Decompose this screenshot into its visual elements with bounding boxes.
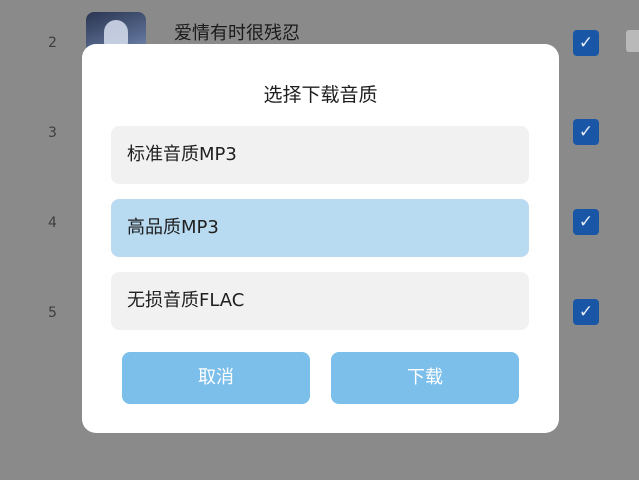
track-number: 4 <box>48 215 57 231</box>
checkbox-checked-icon[interactable]: ✓ <box>573 30 599 56</box>
checkbox-checked-icon[interactable]: ✓ <box>573 119 599 145</box>
screen: 2 爱情有时很残忍 ✓ 3 ✓ 4 ✓ 5 ✓ 选择下载音质 标准音质MP3 高… <box>0 0 639 480</box>
checkbox-checked-icon[interactable]: ✓ <box>573 209 599 235</box>
download-button[interactable]: 下载 <box>331 352 519 404</box>
cancel-button[interactable]: 取消 <box>122 352 310 404</box>
dialog-title: 选择下载音质 <box>263 84 378 106</box>
track-number: 5 <box>48 305 57 321</box>
option-standard-mp3[interactable]: 标准音质MP3 <box>111 126 529 184</box>
option-lossless-flac[interactable]: 无损音质FLAC <box>111 272 529 330</box>
download-quality-dialog: 选择下载音质 标准音质MP3 高品质MP3 无损音质FLAC 取消 下载 <box>82 44 559 433</box>
track-title: 爱情有时很残忍 <box>174 23 300 44</box>
track-number: 3 <box>48 125 57 141</box>
scroll-edge-indicator <box>626 30 639 52</box>
track-number: 2 <box>48 35 57 51</box>
option-high-quality-mp3[interactable]: 高品质MP3 <box>111 199 529 257</box>
checkbox-checked-icon[interactable]: ✓ <box>573 299 599 325</box>
